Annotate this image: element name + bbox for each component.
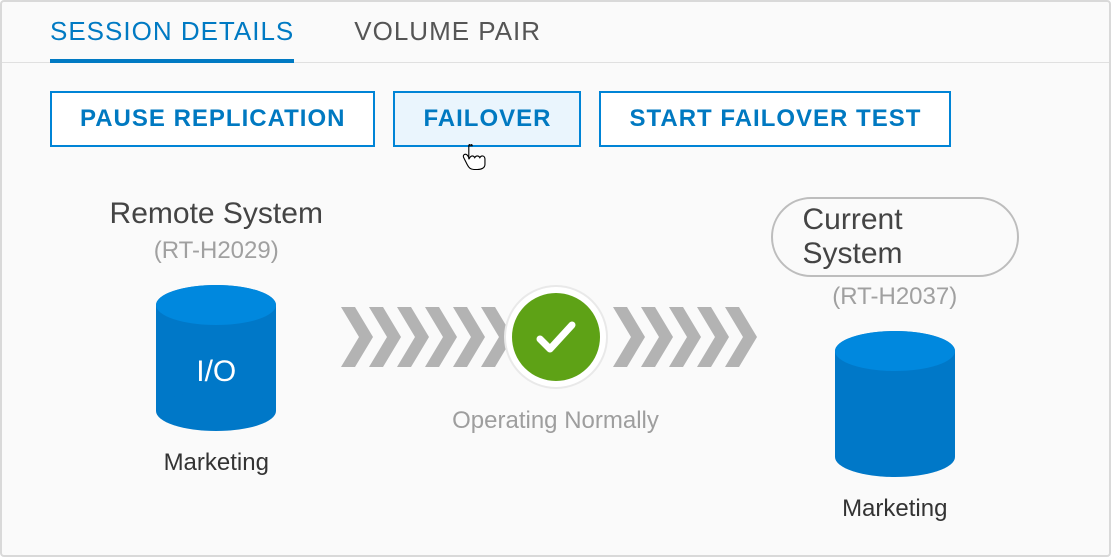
io-label: I/O [151,355,281,389]
remote-system: Remote System (RT-H2029) I/O Marketing [92,197,341,477]
remote-volume-name: Marketing [164,449,269,477]
status-text: Operating Normally [452,407,659,435]
current-system: Current System (RT-H2037) Marketing [771,197,1020,523]
start-failover-test-button[interactable]: START FAILOVER TEST [599,91,951,147]
failover-button[interactable]: FAILOVER [393,91,581,147]
flow-chevrons [341,287,771,387]
current-system-id: (RT-H2037) [832,283,957,311]
remote-system-title: Remote System [110,197,323,231]
tab-session-details[interactable]: SESSION DETAILS [50,2,294,63]
status-ok-icon [506,287,606,387]
action-bar: PAUSE REPLICATION FAILOVER START FAILOVE… [2,63,1109,147]
current-volume-icon [830,329,960,479]
tab-bar: SESSION DETAILS VOLUME PAIR [2,2,1109,63]
tab-volume-pair[interactable]: VOLUME PAIR [354,2,541,62]
remote-system-id: (RT-H2029) [154,237,279,265]
current-system-title: Current System [771,197,1020,277]
remote-volume-icon: I/O [151,283,281,433]
pause-replication-button[interactable]: PAUSE REPLICATION [50,91,375,147]
systems-row: Remote System (RT-H2029) I/O Marketing [2,147,1109,523]
current-volume-name: Marketing [842,495,947,523]
replication-flow: Operating Normally [341,287,771,435]
session-panel: SESSION DETAILS VOLUME PAIR PAUSE REPLIC… [0,0,1111,557]
